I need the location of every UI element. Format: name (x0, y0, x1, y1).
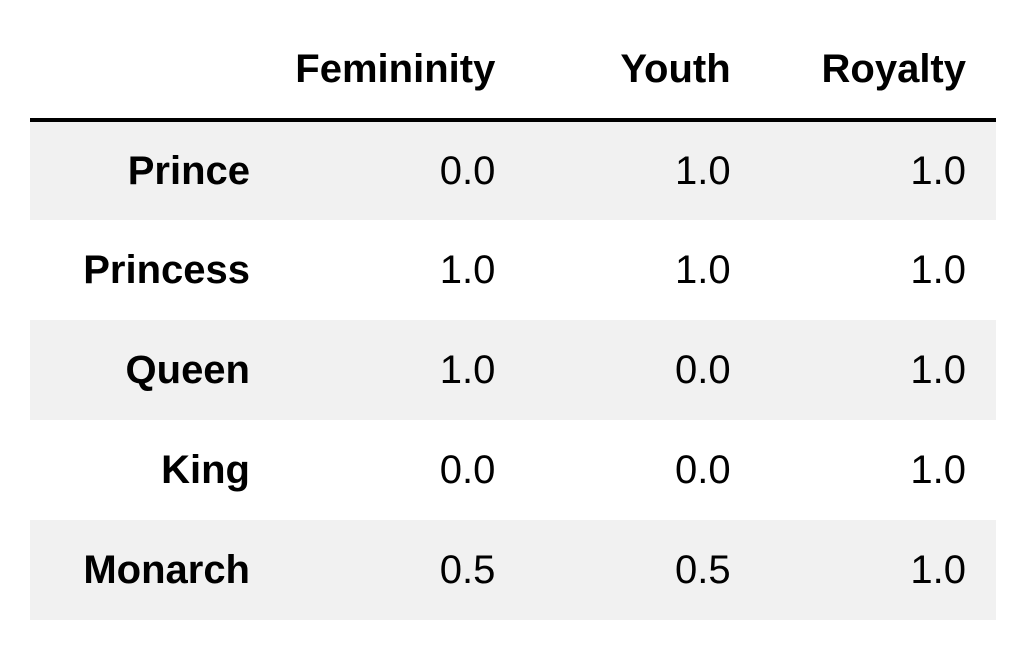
table-row: Queen 1.0 0.0 1.0 (30, 320, 996, 420)
data-table: Femininity Youth Royalty Prince 0.0 1.0 … (30, 20, 996, 620)
cell-value: 0.0 (290, 120, 525, 220)
cell-value: 0.5 (290, 520, 525, 620)
cell-value: 1.0 (290, 220, 525, 320)
row-label: Queen (30, 320, 290, 420)
header-empty (30, 20, 290, 120)
header-col-2: Royalty (761, 20, 996, 120)
cell-value: 1.0 (525, 220, 760, 320)
table-row: Monarch 0.5 0.5 1.0 (30, 520, 996, 620)
cell-value: 1.0 (761, 420, 996, 520)
cell-value: 0.0 (525, 420, 760, 520)
cell-value: 1.0 (761, 220, 996, 320)
header-col-1: Youth (525, 20, 760, 120)
header-col-0: Femininity (290, 20, 525, 120)
cell-value: 1.0 (525, 120, 760, 220)
cell-value: 0.0 (525, 320, 760, 420)
table-row: Prince 0.0 1.0 1.0 (30, 120, 996, 220)
cell-value: 1.0 (761, 120, 996, 220)
table-row: King 0.0 0.0 1.0 (30, 420, 996, 520)
cell-value: 1.0 (761, 320, 996, 420)
cell-value: 0.0 (290, 420, 525, 520)
row-label: King (30, 420, 290, 520)
cell-value: 1.0 (290, 320, 525, 420)
row-label: Monarch (30, 520, 290, 620)
table-header-row: Femininity Youth Royalty (30, 20, 996, 120)
table-row: Princess 1.0 1.0 1.0 (30, 220, 996, 320)
cell-value: 1.0 (761, 520, 996, 620)
row-label: Princess (30, 220, 290, 320)
row-label: Prince (30, 120, 290, 220)
cell-value: 0.5 (525, 520, 760, 620)
